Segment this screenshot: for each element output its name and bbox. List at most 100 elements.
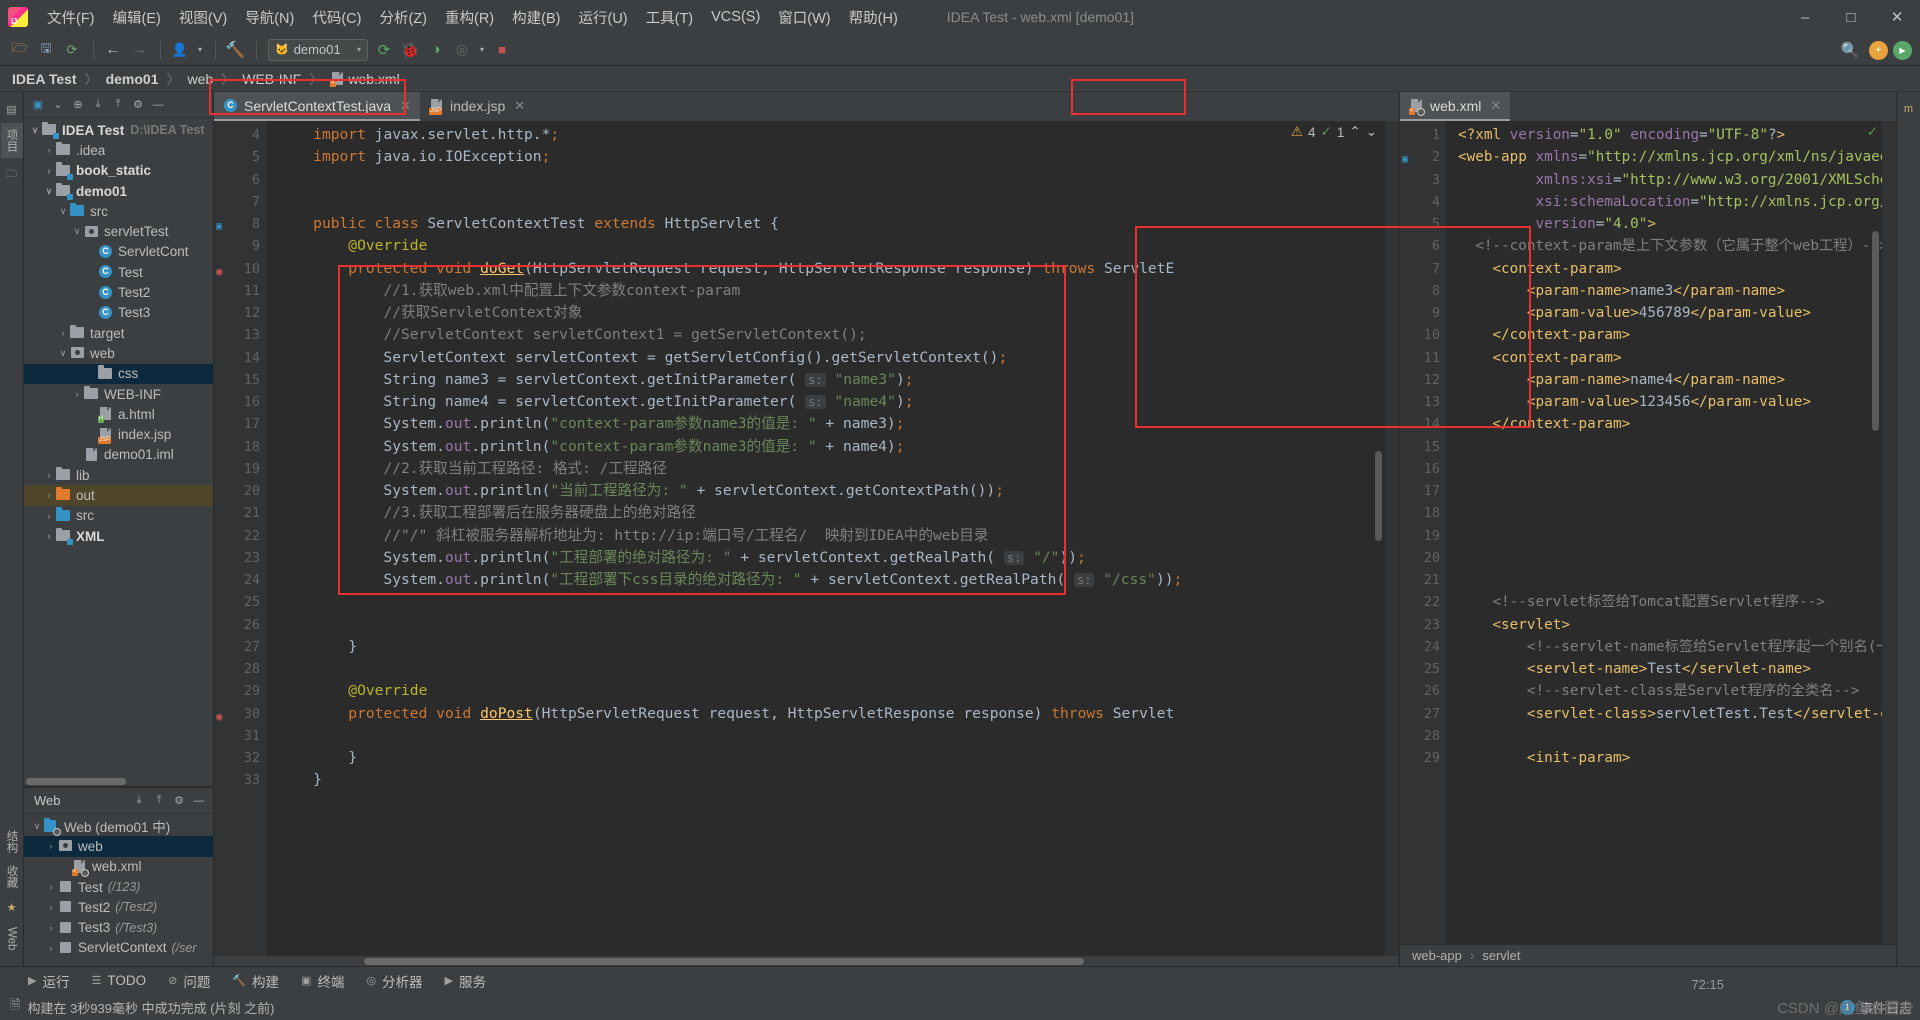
tree-item[interactable]: › css <box>24 363 213 384</box>
close-button[interactable]: ✕ <box>1874 0 1920 34</box>
editor-tab[interactable]: C ServletContextTest.java ✕ <box>214 92 420 121</box>
menu-edit[interactable]: 编辑(E) <box>104 4 170 31</box>
ide-badge-icon[interactable]: ▶ <box>1893 40 1912 60</box>
code-line[interactable]: xsi:schemaLocation="http://xmlns.jcp.org… <box>1446 191 1896 213</box>
tree-item[interactable]: ∨ src <box>24 201 213 221</box>
chevron-down-icon[interactable]: ∨ <box>28 125 42 136</box>
code-line[interactable] <box>1446 480 1896 502</box>
chevron-right-icon[interactable]: › <box>84 288 98 298</box>
tree-item[interactable]: › src <box>24 506 213 526</box>
menu-tools[interactable]: 工具(T) <box>637 4 703 31</box>
code-line[interactable]: xmlns:xsi="http://www.w3.org/2001/XMLSch… <box>1446 169 1896 191</box>
web-tree[interactable]: ∨Web (demo01 中)›web›<web.xml›Test(/123)›… <box>24 814 213 966</box>
tree-item[interactable]: ›CTest <box>24 262 213 282</box>
inspection-widget[interactable]: ⚠ 4 ✓ 1 ⌃ ⌄ <box>1291 124 1377 140</box>
tree-item[interactable]: ∨ Web (demo01 中) <box>24 816 213 837</box>
xml-vscrollbar[interactable] <box>1872 231 1879 431</box>
search-icon[interactable]: 🔍 <box>1838 38 1862 62</box>
chevron-right-icon[interactable]: › <box>42 166 56 176</box>
tree-item[interactable]: ∨ demo01 <box>24 181 213 201</box>
java-vscrollbar[interactable] <box>1375 451 1382 541</box>
tree-item[interactable]: ›<web.xml <box>24 857 213 877</box>
open-folder-icon[interactable]: 🗁 <box>8 38 32 62</box>
maximize-button[interactable]: □ <box>1828 0 1874 34</box>
code-line[interactable]: <init-param> <box>1446 747 1896 769</box>
breadcrumb-item-web[interactable]: web <box>188 71 214 87</box>
code-line[interactable]: protected void doPost(HttpServletRequest… <box>266 703 1399 725</box>
profiler-icon[interactable]: ◎ <box>450 38 474 62</box>
code-line[interactable]: String name4 = servletContext.getInitPar… <box>266 391 1399 413</box>
chevron-right-icon[interactable]: › <box>42 490 56 500</box>
menu-window[interactable]: 窗口(W) <box>769 4 839 31</box>
code-line[interactable] <box>266 725 1399 747</box>
code-line[interactable]: String name3 = servletContext.getInitPar… <box>266 369 1399 391</box>
code-line[interactable] <box>1446 502 1896 524</box>
java-hscrollbar[interactable] <box>214 956 1399 966</box>
menu-view[interactable]: 视图(V) <box>170 4 236 31</box>
java-gutter[interactable]: 4 5 6 7 8 ▣ 9 10 ◉ 11 12 13 14 15 16 17 18 19 20 21 22 23 24 25… <box>214 121 266 956</box>
bottom-tab-terminal[interactable]: ▣ 终端 <box>301 971 344 991</box>
xml-code-text[interactable]: <?xml version="1.0" encoding="UTF-8"?> <w… <box>1446 121 1896 944</box>
chevron-down-icon[interactable]: ∨ <box>56 348 70 359</box>
code-line[interactable]: //"/" 斜杠被服务器解析地址为: http://ip:端口号/工程名/ 映射… <box>266 525 1399 547</box>
chevron-down-icon[interactable]: ∨ <box>42 186 56 197</box>
debug-icon[interactable]: 🐞 <box>398 38 422 62</box>
code-line[interactable] <box>1446 458 1896 480</box>
tree-item[interactable]: › Test (/123) <box>24 877 213 897</box>
code-line[interactable] <box>266 614 1399 636</box>
editor-tab[interactable]: JSP index.jsp ✕ <box>419 92 535 121</box>
code-line[interactable]: public class ServletContextTest extends … <box>266 213 1399 235</box>
sidebar-item-structure[interactable]: 结构 <box>1 824 23 859</box>
code-line[interactable]: protected void doGet(HttpServletRequest … <box>266 258 1399 280</box>
bottom-tab-todo[interactable]: ☰ TODO <box>91 973 146 988</box>
code-line[interactable]: version="4.0"> <box>1446 213 1896 235</box>
settings-gear-icon[interactable]: ⚙ <box>169 791 189 811</box>
menu-build[interactable]: 构建(B) <box>503 4 569 31</box>
tree-item[interactable]: › target <box>24 323 213 343</box>
code-line[interactable]: <?xml version="1.0" encoding="UTF-8"?> <box>1446 124 1896 146</box>
hammer-icon[interactable]: 🔨 <box>223 38 247 62</box>
code-line[interactable]: </context-param> <box>1446 324 1896 346</box>
code-line[interactable] <box>266 658 1399 680</box>
project-tree[interactable]: ∨ IDEA Test D:\IDEA Test › .idea › book_static… <box>24 118 213 777</box>
tree-item[interactable]: ›JSPindex.jsp <box>24 424 213 444</box>
tree-item[interactable]: › Test2 (/Test2) <box>24 897 213 917</box>
coverage-icon[interactable]: ◑ <box>424 38 448 62</box>
code-line[interactable]: import java.io.IOException; <box>266 146 1399 168</box>
code-line[interactable]: System.out.println("工程部署的绝对路径为: " + serv… <box>266 547 1399 569</box>
bottom-tab-run[interactable]: ▶ 运行 <box>28 971 69 991</box>
chevron-right-icon[interactable]: › <box>84 308 98 318</box>
tree-item[interactable]: ›Ha.html <box>24 404 213 424</box>
chevron-right-icon[interactable]: › <box>44 902 58 912</box>
code-line[interactable]: <!--context-param是上下文参数（它属于整个web工程）--> <box>1446 235 1896 257</box>
xml-error-stripe[interactable] <box>1882 121 1896 944</box>
project-icon[interactable]: ▤ <box>6 103 16 116</box>
breadcrumb-item-project[interactable]: IDEA Test <box>12 71 77 87</box>
tree-item[interactable]: › XML <box>24 526 213 546</box>
chevron-right-icon[interactable]: › <box>56 328 70 338</box>
chevron-right-icon[interactable]: › <box>42 531 56 541</box>
user-icon[interactable]: 👤 <box>168 38 192 62</box>
folder-icon[interactable]: 🗀 <box>6 165 17 184</box>
expand-all-icon[interactable]: ⤓ <box>129 791 149 811</box>
java-code-text[interactable]: import javax.servlet.http.*; import java… <box>266 121 1399 956</box>
tree-item[interactable]: › ServletContext (/ser <box>24 938 213 958</box>
code-line[interactable]: //1.获取web.xml中配置上下文参数context-param <box>266 280 1399 302</box>
tree-item[interactable]: ›CTest3 <box>24 303 213 323</box>
stop-icon[interactable]: ■ <box>490 38 514 62</box>
sidebar-item-favorites[interactable]: 收藏 <box>1 859 23 894</box>
code-line[interactable]: <!--servlet标签给Tomcat配置Servlet程序--> <box>1446 591 1896 613</box>
select-target-icon[interactable]: ▣ <box>28 95 48 115</box>
code-line[interactable]: //2.获取当前工程路径: 格式: /工程路径 <box>266 458 1399 480</box>
code-line[interactable]: } <box>266 769 1399 791</box>
code-line[interactable]: <param-name>name3</param-name> <box>1446 280 1896 302</box>
chevron-down-icon[interactable]: ∨ <box>70 226 84 237</box>
close-icon[interactable]: ✕ <box>1490 98 1501 114</box>
java-error-stripe[interactable] <box>1385 121 1399 956</box>
code-line[interactable] <box>1446 547 1896 569</box>
code-line[interactable]: <context-param> <box>1446 347 1896 369</box>
tree-item[interactable]: ∨ web <box>24 343 213 363</box>
code-line[interactable]: import javax.servlet.http.*; <box>266 124 1399 146</box>
chevron-right-icon[interactable]: › <box>70 450 84 460</box>
chevron-down-icon[interactable]: ∨ <box>56 206 70 217</box>
